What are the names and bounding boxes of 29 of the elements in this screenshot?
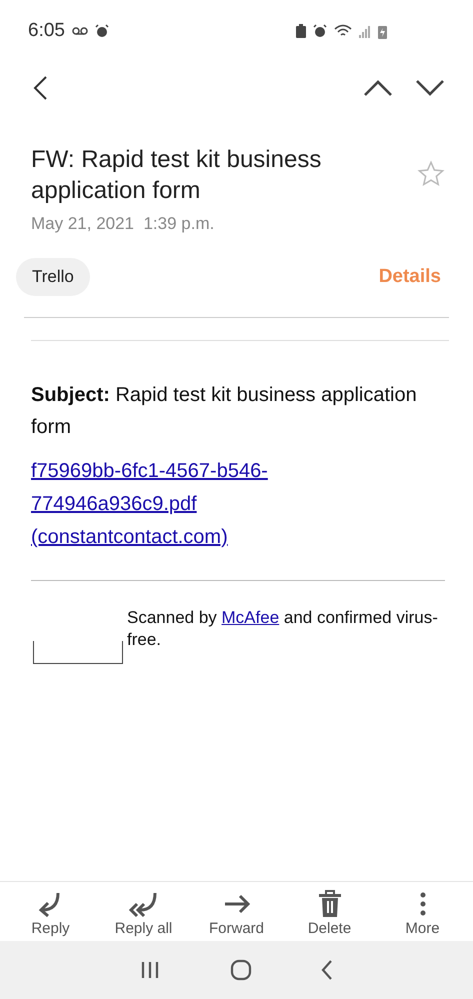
sender-chip[interactable]: Trello <box>16 258 90 296</box>
more-button[interactable]: More <box>378 890 468 937</box>
status-time: 6:05 <box>28 20 65 42</box>
email-date: May 21, 2021 1:39 p.m. <box>31 214 216 234</box>
battery-saver-icon <box>296 24 306 38</box>
next-button[interactable] <box>415 79 445 97</box>
subject-paragraph: Subject: Rapid test kit business application form <box>31 383 418 440</box>
wifi-icon <box>334 24 352 38</box>
attachment-link[interactable]: f75969bb-6fc1-4567-b546- 774946a936c9.pdf (constantcontact.com) <box>31 455 268 554</box>
system-back-button[interactable] <box>321 959 334 981</box>
delete-button[interactable]: Delete <box>284 890 374 937</box>
mcafee-link[interactable]: McAfee <box>222 608 280 627</box>
home-button[interactable] <box>230 959 252 981</box>
email-subject: FW: Rapid test kit business application form <box>31 145 322 206</box>
reply-all-button[interactable]: Reply all <box>98 890 188 937</box>
alarm-icon <box>94 24 109 38</box>
reply-button[interactable]: Reply <box>6 890 96 937</box>
more-icon <box>418 890 426 918</box>
signal-icon <box>359 24 371 38</box>
previous-button[interactable] <box>363 79 393 97</box>
scan-notice: Scanned by McAfee and confirmed virus-free. <box>127 607 439 651</box>
alarm-icon <box>313 24 327 38</box>
recent-apps-button[interactable] <box>140 960 160 980</box>
back-button[interactable] <box>32 75 48 101</box>
trash-icon <box>318 890 342 918</box>
voicemail-icon <box>72 27 88 35</box>
star-icon[interactable] <box>417 160 445 188</box>
forward-button[interactable]: Forward <box>192 890 282 937</box>
battery-charging-icon <box>378 24 387 38</box>
